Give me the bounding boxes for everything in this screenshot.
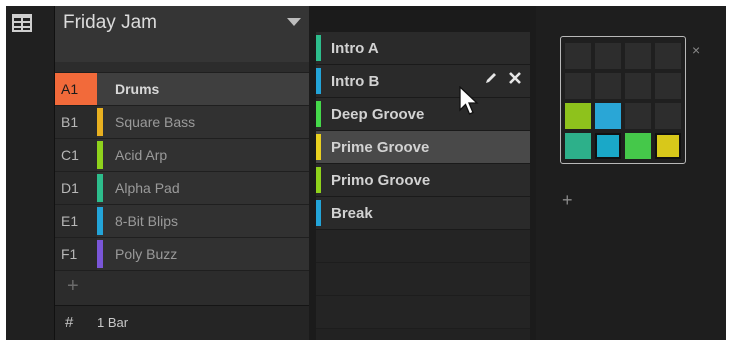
add-group-button[interactable]: + (55, 270, 309, 301)
group-item[interactable]: B1 Square Bass (55, 105, 309, 138)
pad[interactable] (595, 43, 621, 69)
group-color-swatch (97, 75, 103, 103)
scene-name: Primo Groove (331, 171, 431, 189)
scene-item[interactable]: Intro B (316, 65, 530, 98)
pad[interactable] (565, 43, 591, 69)
scene-color-swatch (316, 134, 321, 160)
delete-icon[interactable] (508, 71, 522, 85)
pad[interactable] (655, 73, 681, 99)
group-color-swatch (97, 108, 103, 136)
group-item[interactable]: F1 Poly Buzz (55, 237, 309, 270)
hash-icon[interactable]: # (65, 314, 73, 331)
scene-color-swatch (316, 35, 321, 61)
scene-name: Intro A (331, 39, 379, 57)
empty-scene-slot[interactable] (316, 230, 530, 263)
group-color-swatch (97, 174, 103, 202)
pad[interactable] (625, 43, 651, 69)
scene-color-swatch (316, 101, 321, 127)
group-slot-id: D1 (55, 172, 97, 204)
group-item[interactable]: C1 Acid Arp (55, 138, 309, 171)
pad-grid[interactable] (560, 36, 686, 164)
group-slot-id: F1 (55, 238, 97, 270)
scene-name: Break (331, 204, 373, 222)
scene-item[interactable]: Break (316, 197, 530, 230)
scene-actions (484, 71, 522, 85)
group-item[interactable]: D1 Alpha Pad (55, 171, 309, 204)
scene-list: Intro A Intro B Deep Groove Prime Groove Pri… (316, 32, 530, 340)
group-header[interactable]: Friday Jam (55, 6, 309, 62)
group-name: Poly Buzz (115, 246, 178, 262)
group-color-swatch (97, 240, 103, 268)
grid-view-icon[interactable] (12, 14, 32, 32)
mouse-cursor-icon (459, 86, 479, 115)
group-panel: Friday Jam A1 Drums B1 Square Bass C1 Acid Ar… (55, 6, 309, 340)
group-name: 8-Bit Blips (115, 213, 179, 229)
group-footer: # 1 Bar (55, 305, 309, 340)
group-list: A1 Drums B1 Square Bass C1 Acid Arp D1 Alpha Pa… (55, 72, 309, 301)
scene-item[interactable]: Deep Groove (316, 98, 530, 131)
empty-scene-slot[interactable] (316, 296, 530, 329)
scene-color-swatch (316, 200, 321, 226)
left-gutter (6, 6, 55, 340)
pad[interactable] (595, 73, 621, 99)
close-icon[interactable]: × (692, 42, 700, 58)
scene-name: Intro B (331, 72, 380, 90)
group-name: Acid Arp (115, 147, 168, 163)
group-title: Friday Jam (63, 12, 157, 33)
pad[interactable] (565, 73, 591, 99)
empty-scene-slot[interactable] (316, 263, 530, 296)
group-name: Alpha Pad (115, 180, 180, 196)
group-name: Square Bass (115, 114, 196, 130)
scene-color-swatch (316, 167, 321, 193)
group-color-swatch (97, 141, 103, 169)
pad[interactable] (595, 133, 621, 159)
scene-item[interactable]: Intro A (316, 32, 530, 65)
pad[interactable] (655, 43, 681, 69)
scene-name: Prime Groove (331, 138, 430, 156)
scene-color-swatch (316, 68, 321, 94)
scene-item[interactable]: Prime Groove (316, 131, 530, 164)
pencil-icon[interactable] (484, 71, 498, 85)
pad[interactable] (655, 133, 681, 159)
pad[interactable] (625, 103, 651, 129)
group-slot-id: E1 (55, 205, 97, 237)
group-name: Drums (115, 81, 160, 97)
pattern-length-value[interactable]: 1 Bar (97, 315, 128, 330)
group-slot-id: A1 (55, 73, 97, 105)
pad[interactable] (625, 73, 651, 99)
group-slot-id: C1 (55, 139, 97, 171)
group-item[interactable]: E1 8-Bit Blips (55, 204, 309, 237)
pad[interactable] (565, 103, 591, 129)
scene-name: Deep Groove (331, 105, 425, 123)
group-color-swatch (97, 207, 103, 235)
pad[interactable] (625, 133, 651, 159)
pad[interactable] (565, 133, 591, 159)
add-icon[interactable]: + (562, 190, 573, 211)
pad[interactable] (595, 103, 621, 129)
app-window: Friday Jam A1 Drums B1 Square Bass C1 Acid Ar… (6, 6, 726, 340)
pad[interactable] (655, 103, 681, 129)
group-slot-id: B1 (55, 106, 97, 138)
scene-item[interactable]: Primo Groove (316, 164, 530, 197)
group-item[interactable]: A1 Drums (55, 72, 309, 105)
chevron-down-icon[interactable] (287, 18, 301, 26)
